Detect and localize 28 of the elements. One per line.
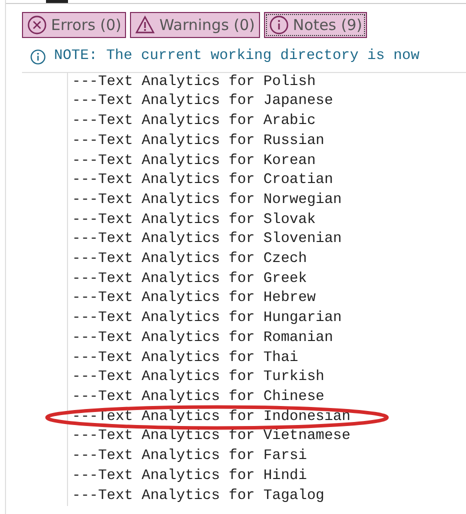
log-line: ---Text Analytics for Arabic <box>72 112 316 132</box>
log-line: ---Text Analytics for Norwegian <box>72 190 342 210</box>
log-line: ---Text Analytics for Polish <box>72 72 316 92</box>
log-line: ---Text Analytics for Hungarian <box>72 309 342 328</box>
log-line: ---Text Analytics for Turkish <box>72 368 324 388</box>
log-line: ---Text Analytics for Hebrew <box>72 289 316 308</box>
log-line: ---Text Analytics for Hindi <box>72 466 307 486</box>
log-line: ---Text Analytics for Korean <box>72 152 316 171</box>
circle-x-icon <box>27 15 47 35</box>
filter-button[interactable]: Warnings (0) <box>130 12 260 38</box>
log-line: ---Text Analytics for Greek <box>72 270 307 289</box>
log-line: ---Text Analytics for Farsi <box>72 447 307 466</box>
filter-button[interactable]: Notes (9) <box>264 12 368 38</box>
log-line: ---Text Analytics for Romanian <box>72 328 334 348</box>
log-line: ---Text Analytics for Croatian <box>72 171 334 190</box>
log-line: ---Text Analytics for Japanese <box>72 92 334 112</box>
note-message: NOTE: The current working directory is now <box>54 47 420 66</box>
log-line: ---Text Analytics for Slovak <box>72 210 316 230</box>
log-line: ---Text Analytics for Russian <box>72 132 324 151</box>
log-line: ---Text Analytics for Czech <box>72 250 307 270</box>
log-line: ---Text Analytics for Chinese <box>72 388 324 407</box>
warning-icon <box>135 15 156 35</box>
log-line: ---Text Analytics for Tagalog <box>72 486 324 506</box>
log-line: ---Text Analytics for Thai <box>72 348 298 368</box>
filter-button[interactable]: Errors (0) <box>22 12 126 38</box>
info-icon <box>268 15 289 35</box>
log-line: ---Text Analytics for Slovenian <box>72 230 342 250</box>
info-icon <box>30 48 46 65</box>
